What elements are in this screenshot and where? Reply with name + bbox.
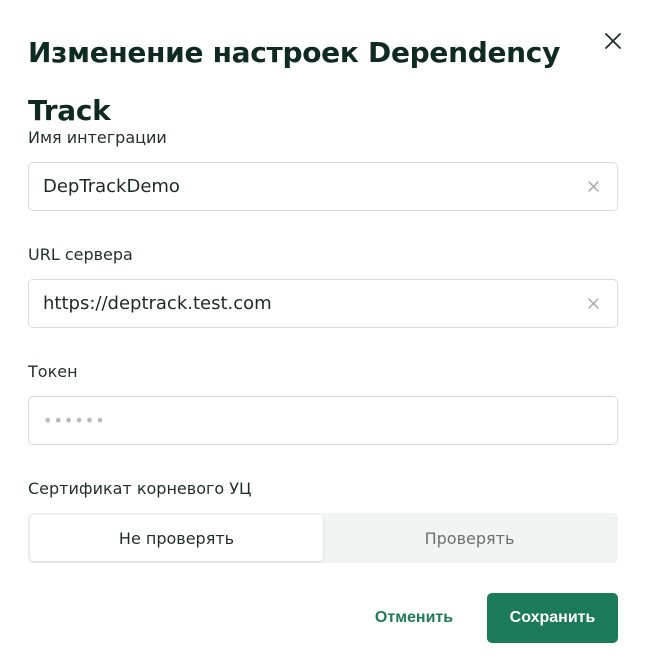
close-button[interactable] — [598, 26, 628, 56]
token-label: Токен — [28, 362, 78, 381]
certificate-option-verify[interactable]: Проверять — [323, 515, 616, 561]
edit-settings-dialog: Изменение настроек Dependency Track Имя … — [0, 0, 646, 667]
close-icon — [605, 33, 621, 49]
certificate-option-no-verify[interactable]: Не проверять — [30, 515, 323, 561]
certificate-toggle: Не проверять Проверять — [28, 513, 618, 563]
dialog-title: Изменение настроек Dependency Track — [28, 36, 561, 127]
save-button[interactable]: Сохранить — [487, 593, 618, 643]
clear-icon — [587, 181, 599, 192]
integration-name-clear-button[interactable] — [583, 177, 603, 197]
integration-name-label: Имя интеграции — [28, 128, 167, 147]
server-url-value: https://deptrack.test.com — [43, 293, 272, 314]
certificate-label: Сертификат корневого УЦ — [28, 479, 252, 498]
server-url-label: URL сервера — [28, 245, 133, 264]
cancel-button[interactable]: Отменить — [358, 593, 470, 643]
clear-icon — [587, 298, 599, 309]
server-url-input[interactable]: https://deptrack.test.com — [28, 279, 618, 328]
token-placeholder: •••••• — [43, 411, 106, 430]
server-url-clear-button[interactable] — [583, 294, 603, 314]
integration-name-value: DepTrackDemo — [43, 176, 180, 197]
integration-name-input[interactable]: DepTrackDemo — [28, 162, 618, 211]
token-input[interactable]: •••••• — [28, 396, 618, 445]
